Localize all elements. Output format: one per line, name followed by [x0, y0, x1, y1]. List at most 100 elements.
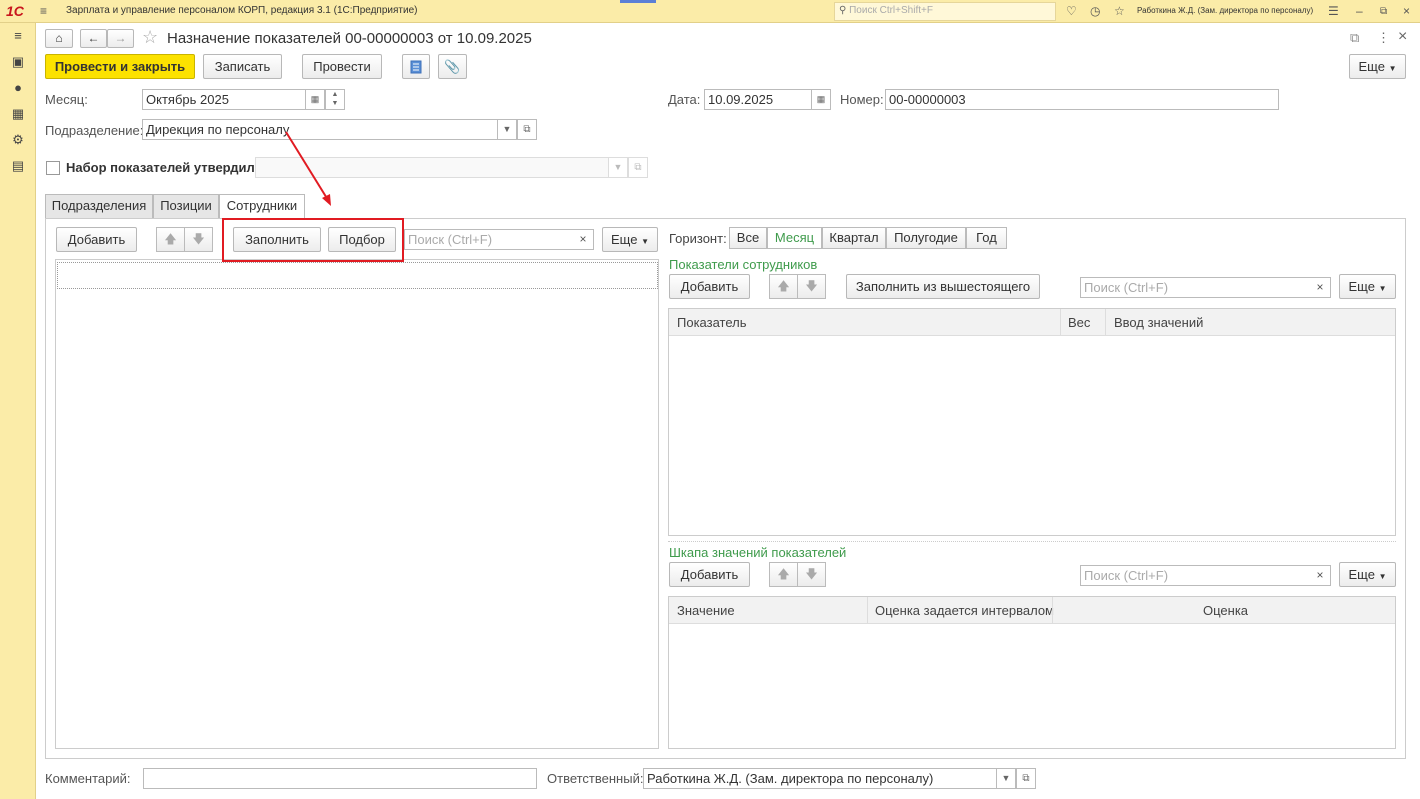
column-value-input[interactable]: Ввод значений	[1114, 315, 1203, 330]
annotation-arrow	[285, 131, 331, 206]
column-value[interactable]: Значение	[677, 603, 735, 618]
menu-icon[interactable]: ≡	[10, 28, 26, 43]
scale-search-input[interactable]: Поиск (Ctrl+F)	[1080, 565, 1311, 586]
approved-dropdown[interactable]: ▼	[608, 157, 628, 178]
indicators-search-input[interactable]: Поиск (Ctrl+F)	[1080, 277, 1311, 298]
forward-button[interactable]: →	[107, 29, 134, 48]
indicator-up-button[interactable]: 🡅	[769, 274, 798, 299]
scale-up-button[interactable]: 🡅	[769, 562, 798, 587]
horizon-quarter[interactable]: Квартал	[822, 227, 886, 249]
search-icon: ⚲	[839, 5, 847, 16]
document-button[interactable]	[402, 54, 430, 79]
indicators-more-button[interactable]: Еще ▼	[1339, 274, 1396, 299]
list-item[interactable]	[57, 262, 658, 289]
main-menu-icon[interactable]: ≡	[40, 4, 47, 18]
employees-search-input[interactable]: Поиск (Ctrl+F)	[404, 229, 574, 250]
date-calendar-button[interactable]: ▦	[811, 89, 831, 110]
favorite-star-icon[interactable]: ☆	[142, 27, 158, 48]
settings-icon[interactable]: ☰	[1328, 4, 1339, 18]
open-icon: ⧉	[523, 124, 531, 135]
minimize-icon[interactable]: –	[1356, 4, 1363, 18]
bell-icon[interactable]: ♡	[1066, 4, 1077, 18]
horizon-halfyear[interactable]: Полугодие	[886, 227, 966, 249]
indicators-clear-button[interactable]: ×	[1310, 277, 1331, 298]
horizon-year[interactable]: Год	[966, 227, 1007, 249]
month-field[interactable]: Октябрь 2025	[142, 89, 306, 110]
history-icon[interactable]: ◷	[1090, 4, 1100, 18]
scale-table[interactable]: Значение Оценка задается интервалом Оцен…	[668, 596, 1396, 749]
kebab-menu-icon[interactable]: ⋮	[1377, 30, 1390, 46]
global-search-input[interactable]: ⚲ Поиск Ctrl+Shift+F	[834, 2, 1056, 21]
column-score[interactable]: Оценка	[1203, 603, 1248, 618]
arrow-down-icon: 🡇	[805, 279, 818, 293]
star-icon[interactable]: ☆	[1114, 4, 1125, 18]
chevron-down-icon: ▼	[641, 237, 649, 246]
home-button[interactable]: ⌂	[45, 29, 73, 48]
division-open-button[interactable]: ⧉	[517, 119, 537, 140]
responsible-field[interactable]: Работкина Ж.Д. (Зам. директора по персон…	[643, 768, 997, 789]
chevron-down-icon: ▼	[1001, 773, 1011, 783]
month-label: Месяц:	[45, 92, 88, 107]
gear-icon[interactable]: ⚙	[10, 132, 26, 148]
scale-clear-button[interactable]: ×	[1310, 565, 1331, 586]
title-bar: 1С ≡ Зарплата и управление персоналом КО…	[0, 0, 1420, 23]
month-spinner[interactable]: ▲ ▼	[325, 89, 345, 110]
calendar-icon: ▦	[310, 94, 320, 104]
approved-label: Набор показателей утвердил	[66, 160, 255, 175]
arrow-down-icon: 🡇	[805, 567, 818, 581]
attach-button[interactable]: 📎	[438, 54, 467, 79]
add-indicator-button[interactable]: Добавить	[669, 274, 750, 299]
paperclip-icon: 📎	[444, 59, 461, 74]
close-icon[interactable]: ×	[1403, 4, 1410, 18]
calculator-icon[interactable]: ▦	[10, 106, 26, 122]
move-down-button[interactable]: 🡇	[184, 227, 213, 252]
comment-label: Комментарий:	[45, 771, 131, 786]
current-user[interactable]: Работкина Ж.Д. (Зам. директора по персон…	[1137, 6, 1313, 15]
close-icon: ×	[1316, 280, 1324, 294]
fill-from-parent-button[interactable]: Заполнить из вышестоящего	[846, 274, 1040, 299]
approved-checkbox[interactable]	[46, 161, 60, 175]
column-indicator[interactable]: Показатель	[677, 315, 747, 330]
column-interval[interactable]: Оценка задается интервалом	[875, 603, 1054, 618]
scale-more-button[interactable]: Еще ▼	[1339, 562, 1396, 587]
approved-open-button[interactable]: ⧉	[628, 157, 648, 178]
users-icon[interactable]: ●	[10, 80, 26, 95]
comment-field[interactable]	[143, 768, 537, 789]
more-button[interactable]: Еще ▼	[1349, 54, 1406, 79]
chevron-down-icon: ▼	[1388, 64, 1397, 73]
gift-icon[interactable]: ▣	[10, 54, 26, 70]
clear-search-button[interactable]: ×	[573, 229, 594, 250]
back-button[interactable]: ←	[80, 29, 107, 48]
add-scale-button[interactable]: Добавить	[669, 562, 750, 587]
tab-divisions[interactable]: Подразделения	[45, 194, 153, 218]
splitter[interactable]	[668, 541, 1396, 542]
indicators-table[interactable]: Показатель Вес Ввод значений	[668, 308, 1396, 536]
document-icon	[410, 60, 422, 74]
responsible-open-button[interactable]: ⧉	[1016, 768, 1036, 789]
number-field[interactable]: 00-00000003	[885, 89, 1279, 110]
post-button[interactable]: Провести	[302, 54, 382, 79]
move-up-button[interactable]: 🡅	[156, 227, 185, 252]
post-and-close-button[interactable]: Провести и закрыть	[45, 54, 195, 79]
save-button[interactable]: Записать	[203, 54, 282, 79]
indicator-down-button[interactable]: 🡇	[797, 274, 826, 299]
date-field[interactable]: 10.09.2025	[704, 89, 812, 110]
add-employee-button[interactable]: Добавить	[56, 227, 137, 252]
employees-more-button[interactable]: Еще ▼	[602, 227, 658, 252]
tab-positions[interactable]: Позиции	[153, 194, 219, 218]
card-icon[interactable]: ▤	[10, 158, 26, 174]
restore-icon[interactable]: ⧉	[1380, 6, 1387, 17]
division-dropdown[interactable]: ▼	[497, 119, 517, 140]
calendar-button[interactable]: ▦	[305, 89, 325, 110]
link-icon[interactable]: ⧉	[1350, 30, 1359, 46]
responsible-dropdown[interactable]: ▼	[996, 768, 1016, 789]
scale-down-button[interactable]: 🡇	[797, 562, 826, 587]
home-icon: ⌂	[55, 31, 63, 45]
app-logo: 1С	[6, 3, 24, 19]
chevron-down-icon: ▼	[1378, 284, 1387, 293]
employees-list[interactable]	[55, 259, 659, 749]
horizon-all[interactable]: Все	[729, 227, 767, 249]
column-weight[interactable]: Вес	[1068, 315, 1090, 330]
horizon-month[interactable]: Месяц	[767, 227, 822, 249]
form-close-icon[interactable]: ×	[1398, 28, 1407, 46]
